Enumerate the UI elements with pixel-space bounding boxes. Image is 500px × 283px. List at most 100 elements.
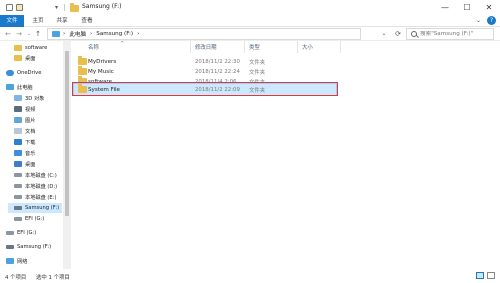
column-header-size[interactable]: 大小 (302, 43, 313, 51)
tab-share[interactable]: 共享 (54, 15, 70, 27)
downloads-icon (14, 139, 22, 145)
column-header-name[interactable]: 名称 (88, 43, 99, 51)
breadcrumb-samsung[interactable]: Samsung (F:) (96, 31, 133, 37)
file-type: 文件夹 (249, 59, 266, 66)
sidebar-item-drive-d[interactable]: 本地磁盘 (D:) (14, 181, 57, 191)
file-type: 文件夹 (249, 69, 266, 76)
file-name: MyDrivers (88, 58, 117, 65)
details-view-icon[interactable] (476, 272, 484, 279)
tab-file[interactable]: 文件 (0, 15, 24, 27)
file-date: 2018/11/2 22:24 (195, 68, 240, 75)
refresh-button[interactable]: ⟳ (392, 28, 404, 40)
column-divider[interactable] (340, 41, 341, 53)
sidebar-item-downloads[interactable]: 下载 (14, 137, 35, 147)
drive-icon (14, 173, 22, 177)
up-button[interactable]: ↑ (33, 29, 43, 39)
minimize-button[interactable]: — (434, 0, 456, 15)
sidebar-item-samsung-f[interactable]: Samsung (F:) (8, 203, 62, 213)
folder-icon (70, 3, 79, 12)
drive-icon (14, 184, 22, 188)
sidebar-item-label: 网络 (17, 258, 28, 265)
search-input[interactable] (420, 31, 492, 37)
sidebar-item-label: 3D 对象 (25, 95, 45, 102)
sidebar-item-efi-g[interactable]: EFI (G:) (14, 214, 44, 224)
folder-icon (78, 56, 87, 65)
sidebar-item-label: 文档 (25, 128, 36, 135)
sidebar-item-label: 下载 (25, 139, 36, 146)
sidebar-item-label: 音乐 (25, 150, 36, 157)
address-bar[interactable]: › 此电脑 › Samsung (F:) › (47, 28, 361, 40)
3d-objects-icon (14, 95, 22, 101)
sidebar-item-drive-c[interactable]: 本地磁盘 (C:) (14, 170, 57, 180)
status-bar: 4 个项目 选中 1 个项目 (0, 269, 500, 283)
close-button[interactable]: ✕ (478, 0, 500, 15)
sidebar-item-label: 桌面 (25, 161, 36, 168)
breadcrumb-separator: › (90, 31, 93, 37)
sidebar-item-label: software (25, 45, 48, 51)
item-count: 4 个项目 (5, 275, 27, 281)
sidebar-item-samsung-removable[interactable]: Samsung (F:) (6, 242, 51, 252)
new-folder-icon[interactable] (16, 4, 23, 11)
tab-view[interactable]: 查看 (79, 15, 95, 27)
ribbon-expand-icon[interactable]: ⌄ (476, 17, 484, 25)
navigation-pane: software 桌面 OneDrive 此电脑 3D 对象 视频 图片 文档 … (0, 41, 63, 269)
sidebar-item-desktop[interactable]: 桌面 (14, 159, 35, 169)
drive-icon (6, 231, 14, 235)
scrollbar-thumb[interactable] (65, 51, 69, 216)
properties-icon[interactable] (6, 4, 13, 11)
sidebar-item-pictures[interactable]: 图片 (14, 115, 35, 125)
sidebar-item-network[interactable]: 网络 (6, 256, 27, 266)
maximize-button[interactable]: ☐ (456, 0, 478, 15)
back-button[interactable]: ← (3, 29, 13, 39)
forward-button[interactable]: → (14, 29, 24, 39)
network-icon (6, 258, 14, 264)
sidebar-item-this-pc[interactable]: 此电脑 (6, 82, 33, 92)
quick-access-dropdown-icon[interactable]: ▾ (55, 4, 58, 11)
sidebar-item-3d-objects[interactable]: 3D 对象 (14, 93, 44, 103)
annotation-highlight-box (72, 82, 338, 96)
selected-count: 选中 1 个项目 (36, 275, 70, 281)
sidebar-scrollbar[interactable] (63, 41, 71, 269)
column-divider[interactable] (244, 41, 245, 53)
file-name: My Music (88, 68, 114, 75)
sidebar-item-software[interactable]: software (14, 43, 47, 53)
drive-icon (14, 195, 22, 199)
divider (64, 4, 65, 11)
music-icon (14, 150, 22, 156)
drive-icon (14, 217, 22, 221)
sort-ascending-icon: ^ (120, 41, 125, 47)
folder-icon (78, 66, 87, 75)
quick-access-toolbar (6, 3, 26, 12)
pictures-icon (14, 117, 22, 123)
sidebar-item-label: 本地磁盘 (E:) (25, 194, 57, 201)
sidebar-item-efi-g-removable[interactable]: EFI (G:) (6, 228, 36, 238)
address-dropdown-icon[interactable]: ⌄ (378, 28, 390, 40)
computer-icon (52, 31, 60, 37)
help-icon[interactable]: ? (487, 16, 496, 25)
sidebar-item-desktop-pinned[interactable]: 桌面 (14, 53, 35, 63)
column-divider[interactable] (190, 41, 191, 53)
sidebar-item-label: 视频 (25, 106, 36, 113)
large-icons-view-icon[interactable] (487, 272, 495, 279)
breadcrumb-this-pc[interactable]: 此电脑 (69, 30, 86, 38)
sidebar-item-label: Samsung (F:) (25, 205, 60, 211)
desktop-icon (14, 161, 22, 167)
computer-icon (6, 84, 14, 90)
documents-icon (14, 128, 22, 134)
sidebar-item-music[interactable]: 音乐 (14, 148, 35, 158)
column-header-type[interactable]: 类型 (249, 43, 260, 51)
cloud-icon (6, 70, 14, 76)
breadcrumb-separator: › (63, 31, 66, 37)
sidebar-item-documents[interactable]: 文档 (14, 126, 35, 136)
sidebar-item-drive-e[interactable]: 本地磁盘 (E:) (14, 192, 56, 202)
column-header-date[interactable]: 修改日期 (195, 43, 217, 51)
sidebar-item-label: 图片 (25, 117, 36, 124)
tab-home[interactable]: 主页 (30, 15, 46, 27)
column-divider[interactable] (297, 41, 298, 53)
sidebar-item-videos[interactable]: 视频 (14, 104, 35, 114)
sidebar-item-onedrive[interactable]: OneDrive (6, 68, 41, 78)
sidebar-item-label: EFI (G:) (17, 230, 37, 236)
column-headers: ^ 名称 修改日期 类型 大小 (72, 41, 500, 53)
search-box[interactable] (406, 28, 494, 40)
usb-drive-icon (6, 245, 14, 249)
